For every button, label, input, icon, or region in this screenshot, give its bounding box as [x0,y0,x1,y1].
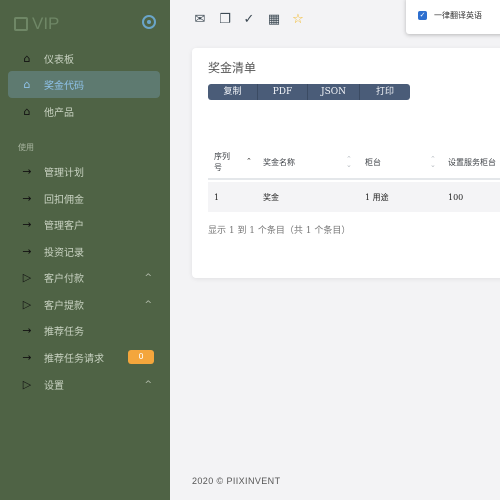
table-header: 序列号 ⌃ 奖金名称 ⌃ ⌄ 柜台 ⌃ ⌄ 设置服务柜台 [208,144,500,180]
sort-icon[interactable]: ⌃ ⌄ [346,156,352,169]
home-icon: ⌂ [23,105,31,118]
table-cell-bonus-name: 奖金 [263,192,279,202]
calendar-icon[interactable]: ▦ [266,12,282,28]
star-icon[interactable]: ☆ [290,12,306,28]
sidebar-item-label: 管理客户 [44,221,84,232]
sidebar-toggle-icon[interactable] [142,15,156,29]
sort-asc-icon[interactable]: ⌃ [246,158,252,165]
sidebar-item-label: 推荐任务 [44,327,84,338]
arrow-right-icon: → [22,324,32,337]
print-button[interactable]: 打印 [360,84,410,100]
table-row: 1 奖金 1 用途 100 [208,182,500,212]
home-icon: ⌂ [23,78,31,91]
table-cell-serial: 1 [214,192,220,202]
sidebar-item-label: 他产品 [44,108,74,119]
sidebar-item-settings[interactable]: ▷ 设置 ^ [8,371,160,398]
column-header-service-counter[interactable]: 设置服务柜台 [448,144,496,180]
sidebar-item-label: 设置 [44,381,64,392]
column-header-bonus-name[interactable]: 奖金名称 [263,144,295,180]
sidebar-item-customer-payments[interactable]: ▷ 客户付款 ^ [8,264,160,291]
pdf-button[interactable]: PDF [258,84,308,100]
play-icon: ▷ [22,298,32,311]
check-circle-icon[interactable]: ✓ [241,12,257,28]
count-badge: 0 [128,350,154,364]
play-icon: ▷ [22,378,32,391]
sidebar-item-dashboard[interactable]: ⌂ 仪表板 [8,45,160,72]
sidebar-item-manage-customers[interactable]: → 管理客户 [8,211,160,238]
sidebar-item-rebate-commission[interactable]: → 回扣佣金 [8,185,160,212]
arrow-right-icon: → [22,245,32,258]
arrow-right-icon: → [22,218,32,231]
home-icon: ⌂ [23,52,31,65]
sidebar-item-label: 奖金代码 [44,81,84,92]
logo-mark-icon [14,17,28,31]
sidebar-item-label: 客户付款 [44,274,84,285]
sidebar-item-investment-records[interactable]: → 投资记录 [8,238,160,265]
export-button-group: 复制 PDF JSON 打印 [208,84,410,100]
arrow-right-icon: → [22,165,32,178]
brand-text: VIP [32,14,60,33]
arrow-right-icon: → [22,192,32,205]
sidebar-item-label: 推荐任务请求 [44,354,104,365]
translate-popup: ✓ 一律翻译英语 [406,0,500,34]
checkbox-checked-icon[interactable]: ✓ [418,11,427,20]
sort-icon[interactable]: ⌃ ⌄ [430,156,436,169]
chevron-up-icon: ^ [144,299,152,310]
copy-button[interactable]: 复制 [208,84,258,100]
json-button[interactable]: JSON [308,84,360,100]
sidebar-item-manage-plans[interactable]: → 管理计划 [8,158,160,185]
sidebar-item-customer-withdrawals[interactable]: ▷ 客户提款 ^ [8,291,160,318]
table-cell-counter: 1 用途 [365,192,389,202]
arrow-right-icon: → [22,351,32,364]
chevron-up-icon: ^ [144,379,152,390]
translate-option-label[interactable]: 一律翻译英语 [434,10,482,21]
brand-logo[interactable]: VIP [14,14,59,34]
bonus-list-card: 奖金清单 复制 PDF JSON 打印 序列号 ⌃ 奖金名称 ⌃ ⌄ 柜台 ⌃ ⌄ … [192,48,500,278]
sidebar: VIP ⌂ 仪表板 ⌂ 奖金代码 ⌂ 他产品 使用 → 管理计划 → 回扣佣金 … [0,0,170,500]
sidebar-item-label: 管理计划 [44,168,84,179]
mail-icon[interactable]: ✉ [192,12,208,28]
sidebar-item-label: 回扣佣金 [44,195,84,206]
card-title: 奖金清单 [208,61,257,75]
sidebar-item-label: 投资记录 [44,248,84,259]
sidebar-item-referral-task-requests[interactable]: → 推荐任务请求 0 [8,344,160,371]
sidebar-item-label: 仪表板 [44,55,74,66]
chat-icon[interactable]: ❐ [217,12,233,28]
footer-copyright: 2020 © PIIXINVENT [192,476,281,486]
sidebar-item-referral-tasks[interactable]: → 推荐任务 [8,317,160,344]
table-cell-service-counter: 100 [448,192,464,202]
column-header-counter[interactable]: 柜台 [365,144,381,180]
chevron-up-icon: ^ [144,272,152,283]
table-info: 显示 1 到 1 个条目（共 1 个条目） [208,226,351,236]
sidebar-section-label: 使用 [18,143,34,152]
sidebar-item-bonus-code[interactable]: ⌂ 奖金代码 [8,71,160,98]
column-header-serial[interactable]: 序列号 [214,144,236,180]
sidebar-item-other-products[interactable]: ⌂ 他产品 [8,98,160,125]
sidebar-item-label: 客户提款 [44,301,84,312]
play-icon: ▷ [22,271,32,284]
